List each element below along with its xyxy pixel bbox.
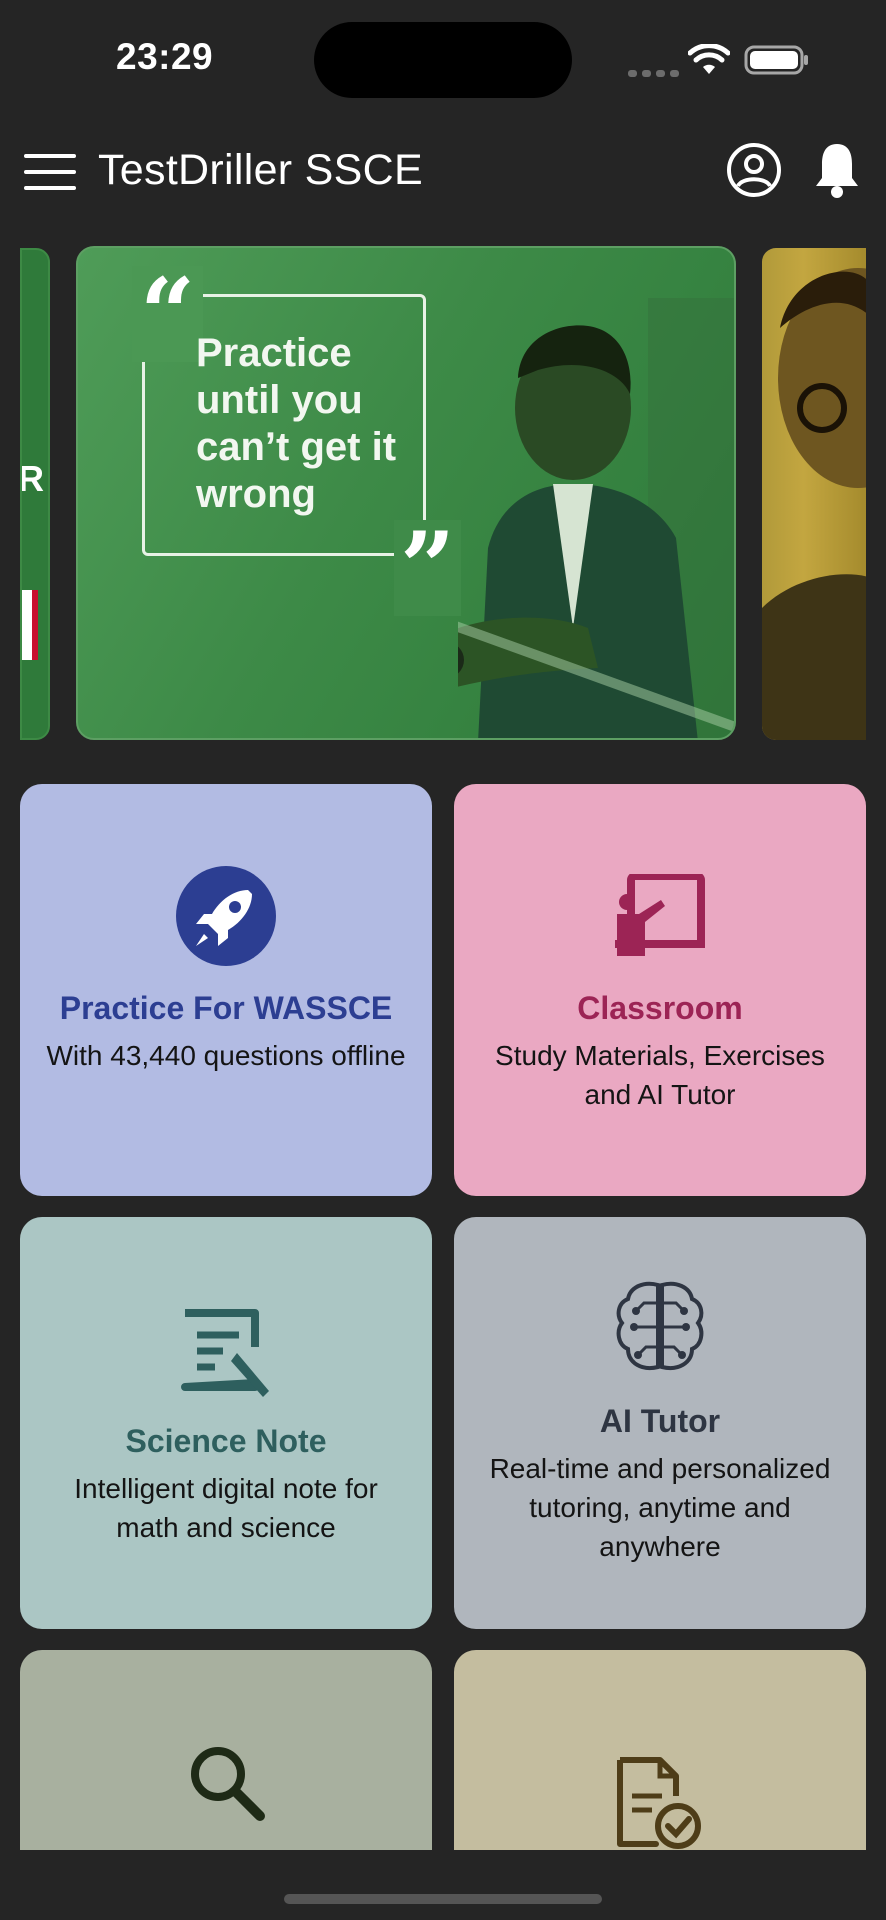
quote-open-icon: “ <box>132 266 204 362</box>
practice-description: With 43,440 questions offline <box>46 1040 406 1071</box>
banner-photo <box>458 298 734 738</box>
rocket-icon-wrap <box>20 864 432 968</box>
wifi-icon <box>688 44 730 74</box>
bell-icon[interactable] <box>812 140 862 200</box>
bottom-safe-area <box>0 1850 886 1920</box>
practice-card[interactable]: Practice For WASSCE With 43,440 question… <box>20 784 432 1196</box>
classroom-title: Classroom <box>577 990 743 1026</box>
banner-fragment-photo <box>762 268 866 740</box>
ai-tutor-description: Real-time and personalized tutoring, any… <box>489 1453 831 1562</box>
banner-quote: Practice until you can’t get it wrong <box>196 331 397 516</box>
battery-icon <box>744 45 808 75</box>
account-circle-icon[interactable] <box>726 142 782 198</box>
teacher-board-icon-wrap <box>454 874 866 956</box>
document-check-icon-wrap <box>454 1756 866 1850</box>
classroom-description: Study Materials, Exercises and AI Tutor <box>495 1040 825 1110</box>
ai-tutor-card[interactable]: AI Tutor Real-time and personalized tuto… <box>454 1217 866 1629</box>
brain-circuit-icon-wrap <box>454 1279 866 1375</box>
cellular-signal-icon <box>628 64 684 82</box>
science-note-card[interactable]: Science Note Intelligent digital note fo… <box>20 1217 432 1629</box>
banner-fragment-glyph: R <box>20 458 44 499</box>
dynamic-island <box>314 22 572 98</box>
note-edit-icon <box>181 1309 269 1397</box>
banner-fragment-tag <box>22 590 38 660</box>
classroom-card[interactable]: Classroom Study Materials, Exercises and… <box>454 784 866 1196</box>
teacher-board-icon <box>615 874 705 956</box>
carousel-prev-banner[interactable]: R <box>20 248 50 740</box>
carousel-banner[interactable]: “ ” Practice until you can’t get it wron… <box>76 246 736 740</box>
science-note-description: Intelligent digital note for math and sc… <box>74 1473 378 1543</box>
search-icon-wrap <box>20 1742 432 1822</box>
note-edit-icon-wrap <box>20 1307 432 1399</box>
carousel-next-banner[interactable] <box>762 248 866 740</box>
practice-title: Practice For WASSCE <box>59 990 393 1026</box>
status-time: 23:29 <box>116 36 214 77</box>
document-check-icon <box>617 1757 701 1849</box>
brain-circuit-icon <box>616 1281 704 1370</box>
search-icon <box>191 1747 265 1821</box>
quote-close-icon: ” <box>394 520 462 616</box>
rocket-icon <box>176 866 276 966</box>
home-screen: 23:29 TestDriller SSCE R “ ” Practice un <box>0 0 886 1920</box>
home-indicator[interactable] <box>284 1894 602 1904</box>
ai-tutor-title: AI Tutor <box>599 1403 721 1439</box>
science-note-title: Science Note <box>125 1423 327 1459</box>
hamburger-menu-icon[interactable] <box>24 152 76 192</box>
app-title: TestDriller SSCE <box>98 146 423 194</box>
